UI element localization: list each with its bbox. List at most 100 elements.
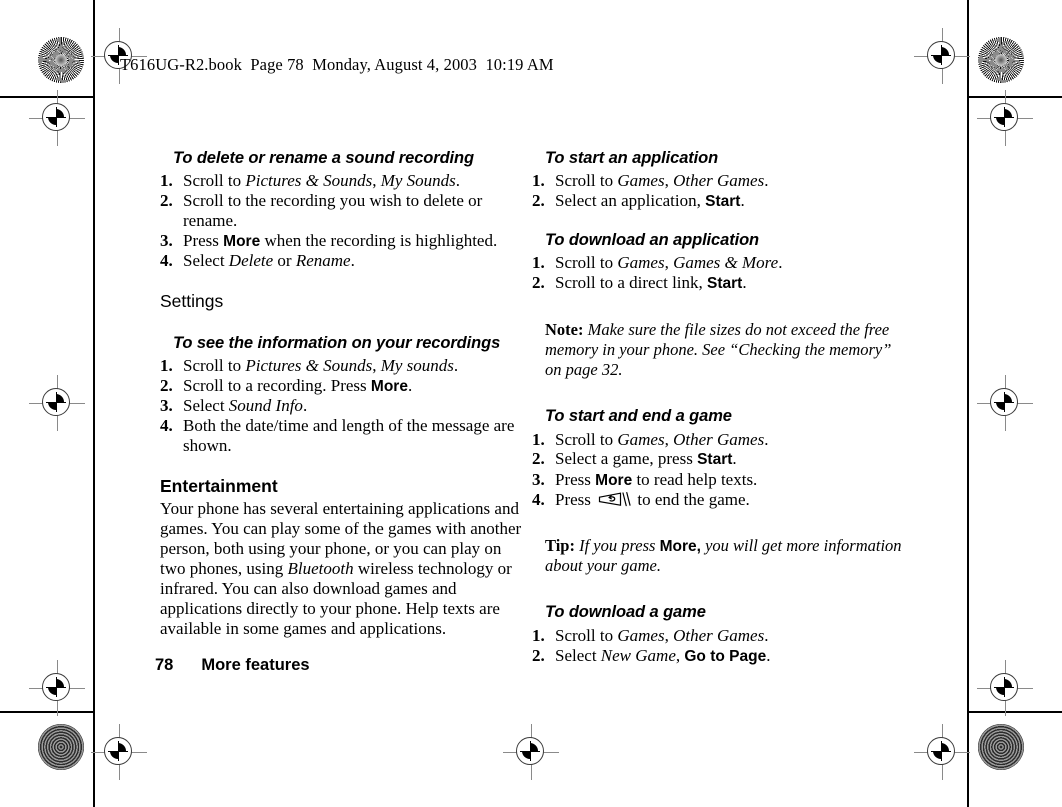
step-suffix: . [778, 253, 783, 273]
step-suffix: to end the game. [633, 489, 750, 509]
step-suffix: . [302, 396, 308, 416]
list-item: 1. Scroll to Games, Games & More. [532, 253, 902, 273]
step-suffix: when the recording is highlighted. [260, 231, 498, 251]
entertainment-body: Your phone has several entertaining appl… [160, 499, 530, 639]
step-text: Press [183, 231, 224, 251]
list-item: 4. Both the date/time and length of the m… [160, 416, 530, 456]
footer-page-number: 78 [155, 656, 174, 674]
step-number: 1. [160, 171, 173, 191]
step-number: 2. [532, 449, 545, 469]
registration-mark-middle-right [977, 375, 1033, 431]
step-number: 2. [160, 376, 173, 396]
menu-path: Other Games [673, 429, 765, 449]
heading-entertainment: Entertainment [160, 476, 278, 497]
step-text: Select [183, 396, 229, 416]
step-number: 4. [160, 251, 173, 271]
separator: , [664, 171, 674, 191]
left-column: To delete or rename a sound recording 1.… [160, 148, 530, 639]
menu-path: Games [617, 625, 665, 645]
step-number: 4. [160, 416, 173, 436]
list-item: 1. Scroll to Pictures & Sounds, My Sounds… [160, 171, 530, 191]
heading-see-recording-info: To see the information on your recording… [173, 333, 501, 352]
menu-path: Pictures & Sounds [245, 356, 373, 376]
list-item: 3. Press More when the recording is highl… [160, 231, 530, 251]
step-suffix: . [732, 449, 737, 469]
softkey-label: More, [659, 537, 701, 555]
step-suffix: . [764, 625, 769, 645]
step-text: Scroll to [183, 171, 246, 191]
registration-mark-bottom-right [914, 724, 970, 780]
heading-start-application: To start an application [545, 149, 719, 167]
steps-start-application: 1. Scroll to Games, Other Games. 2. Select… [532, 171, 902, 211]
softkey-label: More [595, 471, 633, 489]
list-item: 2. Scroll to the recording you wish to de… [160, 191, 530, 231]
softkey-label: Start [705, 193, 741, 211]
step-text: Press [555, 489, 596, 509]
menu-path: Other Games [673, 171, 765, 191]
step-number: 1. [532, 625, 545, 645]
steps-download-application: 1. Scroll to Games, Games & More. 2. Scrol… [532, 253, 902, 293]
registration-mark-lower-right [977, 660, 1033, 716]
softkey-label: Start [697, 451, 733, 469]
step-number: 2. [532, 191, 545, 211]
registration-mark-bottom-center [503, 724, 559, 780]
step-suffix: . [455, 171, 461, 191]
step-text: Scroll to [555, 253, 618, 273]
step-text: Press [555, 469, 596, 489]
list-item: 3. Select Sound Info. [160, 396, 530, 416]
tip-text: If you press [574, 535, 660, 555]
heading-delete-rename-recording: To delete or rename a sound recording [173, 149, 475, 167]
step-text: Scroll to a direct link, [555, 273, 708, 293]
registration-mark-top-right [914, 28, 970, 84]
list-item: 2. Select an application, Start. [532, 191, 902, 211]
steps-see-recording-info: 1. Scroll to Pictures & Sounds, My sounds… [160, 356, 530, 456]
list-item: 3. Press More to read help texts. [532, 470, 902, 490]
footer-chapter-title: More features [201, 656, 310, 674]
page-border-right [967, 0, 969, 807]
separator: or [273, 251, 296, 271]
right-column: To start an application 1. Scroll to Game… [532, 148, 902, 666]
registration-mark-bottom-left [91, 724, 147, 780]
menu-path: Sound Info [228, 396, 303, 416]
step-number: 2. [160, 191, 173, 211]
step-number: 1. [532, 429, 545, 449]
step-suffix: to read help texts. [632, 469, 758, 489]
step-text: Select [555, 645, 601, 665]
step-suffix: . [742, 273, 747, 293]
list-item: 4. Select Delete or Rename. [160, 251, 530, 271]
softkey-label: More [223, 233, 261, 251]
step-text: Scroll to a recording. Press [183, 376, 371, 396]
step-number: 3. [160, 396, 173, 416]
step-text: Scroll to [555, 429, 618, 449]
steps-delete-rename-recording: 1. Scroll to Pictures & Sounds, My Sounds… [160, 171, 530, 271]
softkey-label: Go to Page [684, 647, 767, 665]
note-label: Note: [545, 319, 584, 339]
step-number: 2. [532, 273, 545, 293]
step-text: Select an application, [555, 191, 706, 211]
book-file-header: T616UG-R2.book Page 78 Monday, August 4,… [120, 55, 554, 74]
list-item: 2. Scroll to a recording. Press More. [160, 376, 530, 396]
clear-key-icon [597, 491, 631, 508]
heading-download-game: To download a game [545, 603, 706, 622]
step-text: Scroll to the recording you wish to dele… [183, 191, 483, 231]
step-number: 1. [532, 171, 545, 191]
manual-page: T616UG-R2.book Page 78 Monday, August 4,… [95, 55, 967, 711]
step-text: Select [183, 251, 229, 271]
registration-mark-upper-left [29, 90, 85, 146]
step-text: Select a game, press [555, 449, 698, 469]
menu-path: Other Games [673, 625, 765, 645]
step-number: 3. [160, 231, 173, 251]
ring-target-bottom-left [38, 724, 84, 770]
separator: , [372, 356, 381, 376]
list-item: 1. Scroll to Games, Other Games. [532, 626, 902, 646]
menu-path: Rename [295, 251, 351, 271]
ring-target-bottom-right [978, 724, 1024, 770]
registration-mark-lower-left [29, 660, 85, 716]
menu-path: Games [617, 429, 665, 449]
menu-path: My Sounds [380, 171, 456, 191]
separator: , [664, 253, 674, 273]
note-callout: Note: Make sure the file sizes do not ex… [545, 320, 902, 381]
